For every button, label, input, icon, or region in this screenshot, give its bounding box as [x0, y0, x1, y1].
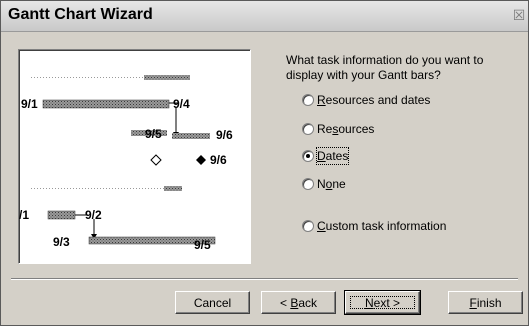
- task-3-start-label: /1: [19, 208, 29, 222]
- radio-circle[interactable]: [302, 123, 314, 135]
- task-1-bar: [42, 99, 170, 109]
- radio-label-resources: Resources: [317, 122, 375, 136]
- radio-circle[interactable]: [302, 220, 314, 232]
- radio-selected-dot: [306, 154, 310, 158]
- radio-circle[interactable]: [302, 178, 314, 190]
- radio-label-dates: Dates: [315, 147, 350, 165]
- task-2-bar-b: [172, 133, 210, 139]
- gantt-preview-graphic: 9/1 9/4 9/5 9/6 9/6 /1 9/2 9/3 9/5: [19, 75, 233, 252]
- button-separator: [11, 278, 518, 280]
- summary-bar-1: [29, 77, 144, 80]
- cancel-button[interactable]: Cancel: [175, 291, 250, 314]
- radio-circle-selected[interactable]: [302, 150, 314, 162]
- milestone-hollow: [150, 154, 162, 166]
- gantt-chart-wizard-dialog: Gantt Chart Wizard ☒ 9/1 9/4 9/5 9/6 9/6…: [0, 0, 529, 326]
- radio-label-none: None: [317, 177, 346, 191]
- task-2-end-label: 9/6: [216, 128, 233, 142]
- summary-bar-2-end: [164, 186, 182, 191]
- question-text: What task information do you want to dis…: [286, 53, 484, 82]
- task-2-start-label: 9/5: [145, 127, 162, 141]
- radio-circle[interactable]: [302, 94, 314, 106]
- task-4-end-label: 9/5: [194, 238, 211, 252]
- cancel-button-label: Cancel: [193, 296, 232, 310]
- milestone-filled: [196, 155, 206, 165]
- next-button[interactable]: Next >: [344, 290, 421, 315]
- radio-label-resources-and-dates: Resources and dates: [317, 93, 431, 107]
- milestone-label: 9/6: [210, 153, 227, 167]
- finish-button-label: Finish: [469, 296, 502, 310]
- title-bar: Gantt Chart Wizard ☒: [1, 1, 528, 32]
- task-1-start-label: 9/1: [21, 97, 38, 111]
- gantt-preview: 9/1 9/4 9/5 9/6 9/6 /1 9/2 9/3 9/5: [18, 49, 251, 264]
- radio-label-custom-task-information: Custom task information: [317, 219, 447, 233]
- finish-button[interactable]: Finish: [448, 291, 523, 314]
- task-4-start-label: 9/3: [53, 235, 70, 249]
- back-button[interactable]: < Back: [261, 291, 336, 314]
- close-icon[interactable]: ☒: [511, 8, 527, 24]
- back-button-label: < Back: [279, 296, 318, 310]
- dialog-title: Gantt Chart Wizard: [8, 6, 153, 23]
- task-3-bar: [47, 210, 76, 220]
- next-button-focus: [350, 296, 415, 309]
- summary-bar-2: [29, 188, 164, 191]
- summary-bar-1-end: [144, 75, 190, 80]
